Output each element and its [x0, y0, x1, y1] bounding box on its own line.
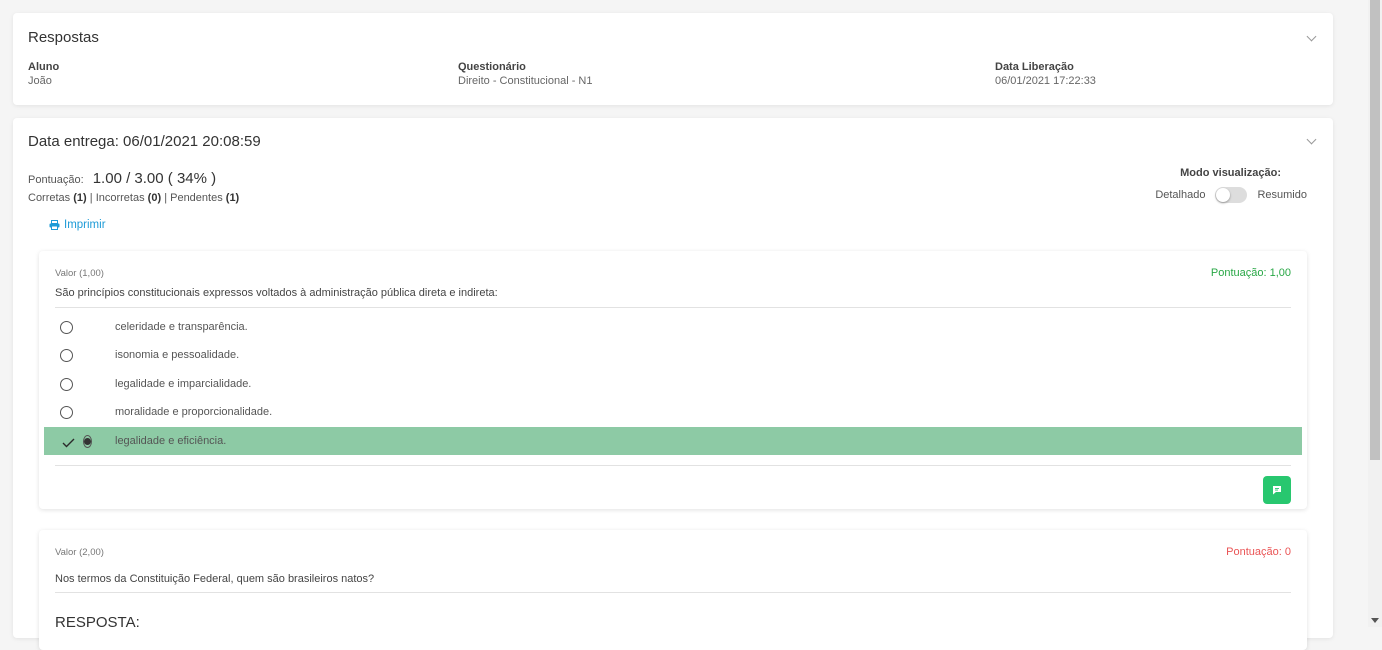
option-label: legalidade e eficiência.: [115, 435, 227, 447]
scrollbar-thumb[interactable]: [1370, 0, 1380, 460]
print-button[interactable]: Imprimir: [49, 219, 106, 231]
answer-counts: Corretas (1) | Incorretas (0) | Pendente…: [28, 192, 239, 204]
view-mode-toggle[interactable]: [1215, 187, 1248, 203]
separator: |: [164, 192, 168, 204]
question-card: Valor (2,00) Pontuação: 0 Nos termos da …: [39, 530, 1307, 650]
question-text: São princípios constitucionais expressos…: [55, 287, 498, 299]
liberacao-field: Data Liberação 06/01/2021 17:22:33: [995, 61, 1096, 87]
chevron-down-icon[interactable]: [1306, 31, 1317, 42]
option-item[interactable]: moralidade e proporcionalidade.: [44, 398, 1302, 426]
respostas-title: Respostas: [28, 29, 99, 46]
comment-button[interactable]: [1263, 476, 1291, 504]
aluno-field: Aluno João: [28, 61, 59, 87]
view-mode: Modo visualização: Detalhado Resumido: [1155, 167, 1307, 203]
aluno-label: Aluno: [28, 61, 60, 73]
score-label: Pontuação:: [28, 174, 84, 186]
score-value: 1.00 / 3.00 ( 34% ): [92, 170, 217, 187]
view-mode-toggle-row: Detalhado Resumido: [1155, 187, 1307, 203]
option-item[interactable]: isonomia e pessoalidade.: [44, 341, 1302, 369]
option-label: legalidade e imparcialidade.: [115, 378, 252, 390]
answer-heading: RESPOSTA:: [55, 614, 140, 631]
option-item[interactable]: legalidade e imparcialidade.: [44, 370, 1302, 398]
entrega-card: Data entrega: 06/01/2021 20:08:59 Pontua…: [13, 118, 1333, 650]
questionario-field: Questionário Direito - Constitucional - …: [458, 61, 593, 87]
question-value: Valor (1,00): [55, 268, 104, 279]
radio-button[interactable]: [60, 320, 73, 334]
entrega-title: Data entrega: 06/01/2021 20:08:59: [28, 133, 261, 150]
pendentes-count: (1): [225, 192, 240, 204]
mode-detalhado-label: Detalhado: [1155, 189, 1206, 201]
incorretas-count: (0): [147, 192, 162, 204]
view-mode-label: Modo visualização:: [1180, 167, 1281, 179]
scroll-down-arrow-icon[interactable]: [1371, 618, 1379, 623]
liberacao-label: Data Liberação: [995, 61, 1074, 73]
radio-button-selected[interactable]: [83, 434, 92, 448]
pendentes-label: Pendentes: [170, 192, 223, 204]
divider: [55, 307, 1291, 308]
question-points: Pontuação: 1,00: [1210, 267, 1291, 279]
questionario-label: Questionário: [458, 61, 526, 73]
corretas-count: (1): [73, 192, 87, 204]
option-label: isonomia e pessoalidade.: [115, 349, 240, 361]
incorretas-label: Incorretas: [95, 192, 145, 204]
separator: |: [89, 192, 93, 204]
respostas-card: Respostas Aluno João Questionário Direit…: [13, 13, 1333, 105]
divider: [55, 592, 1291, 593]
check-icon: [62, 438, 75, 447]
chevron-down-icon[interactable]: [1306, 134, 1317, 145]
liberacao-value: 06/01/2021 17:22:33: [995, 75, 1096, 87]
divider: [55, 465, 1291, 466]
question-value: Valor (2,00): [55, 547, 104, 558]
option-label: celeridade e transparência.: [115, 321, 248, 333]
radio-button[interactable]: [60, 348, 73, 362]
aluno-value: João: [28, 75, 52, 87]
corretas-label: Corretas: [28, 192, 71, 204]
question-text: Nos termos da Constituição Federal, quem…: [55, 573, 375, 585]
toggle-knob: [1216, 188, 1231, 202]
printer-icon: [49, 220, 60, 230]
mode-resumido-label: Resumido: [1257, 189, 1307, 201]
print-label: Imprimir: [64, 219, 106, 231]
page-scrollbar[interactable]: [1368, 0, 1382, 627]
question-points: Pontuação: 0: [1226, 546, 1291, 558]
comment-icon: [1273, 486, 1281, 495]
radio-button[interactable]: [60, 405, 73, 419]
option-item-correct[interactable]: legalidade e eficiência.: [44, 427, 1302, 455]
radio-button[interactable]: [60, 377, 73, 391]
score-line: Pontuação: 1.00 / 3.00 ( 34% ): [28, 170, 216, 187]
option-item[interactable]: celeridade e transparência.: [44, 313, 1302, 341]
question-card: Valor (1,00) Pontuação: 1,00 São princíp…: [39, 251, 1307, 509]
option-label: moralidade e proporcionalidade.: [115, 406, 273, 418]
questionario-value: Direito - Constitucional - N1: [458, 75, 593, 87]
